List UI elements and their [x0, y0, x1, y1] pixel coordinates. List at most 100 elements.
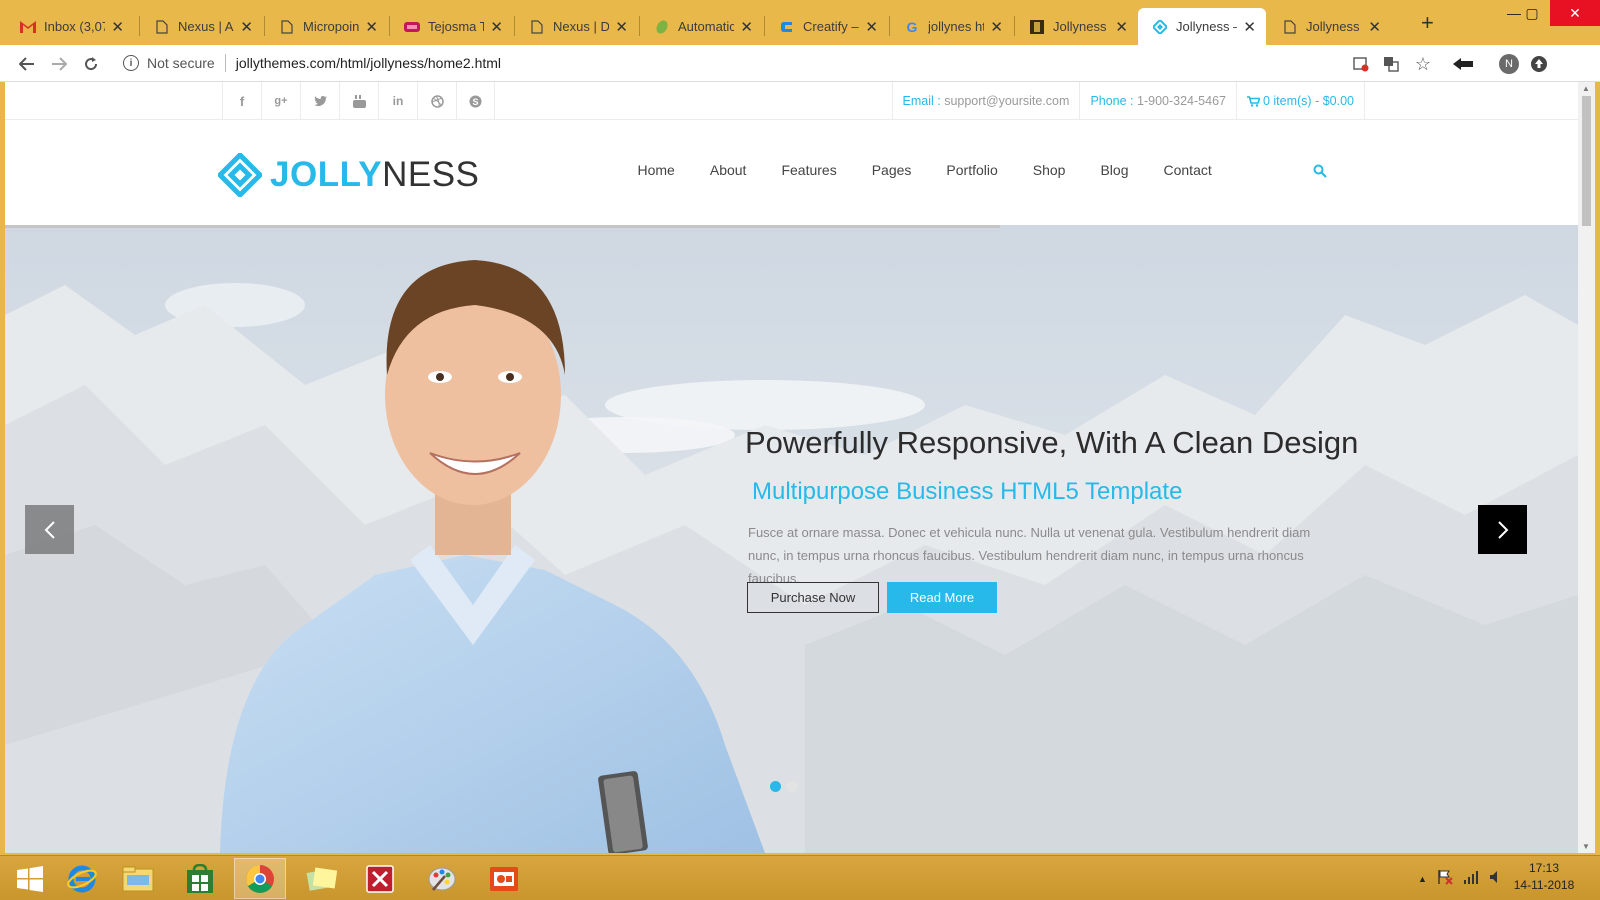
- tab-jollyness-1[interactable]: Jollyness –… ✕: [1015, 8, 1138, 45]
- close-icon[interactable]: ✕: [1115, 18, 1128, 36]
- security-label: Not secure: [147, 55, 215, 71]
- scrollbar-thumb[interactable]: [1582, 96, 1591, 226]
- tab-title: Nexus | Ass…: [178, 19, 234, 34]
- network-icon[interactable]: [1463, 870, 1479, 887]
- cart-link[interactable]: 0 item(s) - $0.00: [1235, 82, 1365, 120]
- reload-icon: [85, 57, 98, 71]
- web-page: f g+ in S Email : support@yoursite.com P…: [5, 82, 1578, 853]
- update-icon[interactable]: [1528, 53, 1550, 75]
- start-button[interactable]: [4, 858, 56, 899]
- dribbble-icon[interactable]: [417, 82, 456, 120]
- tab-automatic[interactable]: Automatic… ✕: [640, 8, 763, 45]
- maximize-button[interactable]: ▢: [1514, 0, 1550, 26]
- cart-icon: [1246, 95, 1260, 107]
- close-icon[interactable]: ✕: [1368, 18, 1381, 36]
- search-button[interactable]: [1313, 164, 1327, 183]
- close-icon[interactable]: ✕: [240, 18, 253, 36]
- profile-avatar[interactable]: N: [1498, 53, 1520, 75]
- tab-title: Inbox (3,07…: [44, 19, 105, 34]
- file-explorer-app[interactable]: [112, 858, 164, 899]
- paint-app[interactable]: [416, 858, 468, 899]
- logo-text: JOLLYNESS: [270, 155, 480, 194]
- close-icon[interactable]: ✕: [490, 18, 503, 36]
- blocked-popup-icon[interactable]: [1350, 53, 1372, 75]
- site-header: JOLLYNESS Home About Features Pages Port…: [5, 120, 1578, 225]
- translate-icon[interactable]: [1380, 53, 1402, 75]
- site-logo[interactable]: JOLLYNESS: [218, 153, 479, 197]
- nav-portfolio[interactable]: Portfolio: [946, 162, 997, 178]
- page-icon: [1282, 19, 1298, 35]
- new-tab-button[interactable]: +: [1421, 10, 1434, 36]
- chrome-app[interactable]: [234, 858, 286, 899]
- slider-next-button[interactable]: [1478, 505, 1527, 554]
- close-icon[interactable]: ✕: [990, 18, 1003, 36]
- linkedin-icon[interactable]: in: [378, 82, 417, 120]
- close-icon[interactable]: ✕: [615, 18, 628, 36]
- close-icon[interactable]: ✕: [365, 18, 378, 36]
- slider-dot-active[interactable]: [770, 781, 781, 792]
- close-icon[interactable]: ✕: [1243, 18, 1256, 36]
- url-text[interactable]: jollythemes.com/html/jollyness/home2.htm…: [236, 55, 501, 71]
- tab-jollyness-2[interactable]: Jollyness –… ✕: [1268, 8, 1391, 45]
- forward-button[interactable]: [46, 51, 72, 77]
- site-topbar: f g+ in S Email : support@yoursite.com P…: [5, 82, 1578, 120]
- back-button[interactable]: [14, 51, 40, 77]
- browser-tabstrip: Inbox (3,07… ✕ Nexus | Ass… ✕ Micropoint…: [0, 0, 1600, 45]
- flag-icon[interactable]: [1437, 869, 1453, 888]
- scroll-up-icon[interactable]: ▲: [1582, 84, 1590, 93]
- chevron-up-icon[interactable]: ▲: [1418, 874, 1427, 884]
- nav-pages[interactable]: Pages: [872, 162, 912, 178]
- filezilla-app[interactable]: [354, 858, 406, 899]
- close-window-button[interactable]: ✕: [1550, 0, 1600, 26]
- tab-jollyness-active[interactable]: Jollyness –… ✕: [1138, 8, 1266, 45]
- tab-title: Jollyness –…: [1306, 19, 1362, 34]
- google-icon: G: [906, 18, 918, 35]
- tab-micropoint[interactable]: Micropoint… ✕: [265, 8, 388, 45]
- system-clock[interactable]: 17:13 14-11-2018: [1504, 860, 1584, 894]
- close-icon[interactable]: ✕: [740, 18, 753, 36]
- tab-gmail[interactable]: Inbox (3,07… ✕: [6, 8, 134, 45]
- nav-blog[interactable]: Blog: [1100, 162, 1128, 178]
- omnibox[interactable]: i Not secure jollythemes.com/html/jollyn…: [115, 48, 1595, 78]
- clock-date: 14-11-2018: [1513, 878, 1575, 892]
- tab-nexus-das[interactable]: Nexus | Das… ✕: [515, 8, 638, 45]
- filezilla-icon: [366, 864, 394, 893]
- extension-icon[interactable]: [1452, 53, 1474, 75]
- store-app[interactable]: [174, 858, 226, 899]
- scroll-down-icon[interactable]: ▼: [1582, 842, 1590, 851]
- phone-info[interactable]: Phone : 1-900-324-5467: [1079, 82, 1236, 120]
- slider-dot[interactable]: [787, 781, 798, 792]
- facebook-icon[interactable]: f: [222, 82, 261, 120]
- sticky-notes-app[interactable]: [296, 858, 348, 899]
- nav-contact[interactable]: Contact: [1164, 162, 1212, 178]
- slider-prev-button[interactable]: [25, 505, 74, 554]
- presentation-app[interactable]: [478, 858, 530, 899]
- internet-explorer-app[interactable]: [56, 858, 108, 899]
- close-icon[interactable]: ✕: [865, 18, 878, 36]
- skype-icon[interactable]: S: [456, 82, 495, 120]
- nav-shop[interactable]: Shop: [1033, 162, 1066, 178]
- email-info[interactable]: Email : support@yoursite.com: [891, 82, 1080, 120]
- page-scrollbar[interactable]: ▲ ▼: [1578, 82, 1595, 853]
- close-icon[interactable]: ✕: [111, 18, 124, 36]
- twitter-icon[interactable]: [300, 82, 339, 120]
- volume-icon[interactable]: [1489, 870, 1503, 887]
- tab-google-search[interactable]: G jollynes htm… ✕: [890, 8, 1013, 45]
- nav-home[interactable]: Home: [638, 162, 675, 178]
- palette-icon: [428, 867, 456, 891]
- info-icon[interactable]: i: [123, 55, 139, 71]
- tab-title: Automatic…: [678, 19, 735, 34]
- nav-features[interactable]: Features: [781, 162, 836, 178]
- google-plus-icon[interactable]: g+: [261, 82, 300, 120]
- read-more-button[interactable]: Read More: [887, 582, 997, 613]
- tab-creatify[interactable]: Creatify – C… ✕: [765, 8, 888, 45]
- tab-nexus-ass[interactable]: Nexus | Ass… ✕: [140, 8, 263, 45]
- reload-button[interactable]: [78, 51, 104, 77]
- purchase-now-button[interactable]: Purchase Now: [747, 582, 879, 613]
- page-icon: [154, 19, 170, 35]
- youtube-icon[interactable]: [339, 82, 378, 120]
- chevron-left-icon: [44, 520, 55, 539]
- bookmark-star-icon[interactable]: ☆: [1412, 53, 1434, 75]
- tab-tejosma[interactable]: Tejosma Te… ✕: [390, 8, 513, 45]
- nav-about[interactable]: About: [710, 162, 747, 178]
